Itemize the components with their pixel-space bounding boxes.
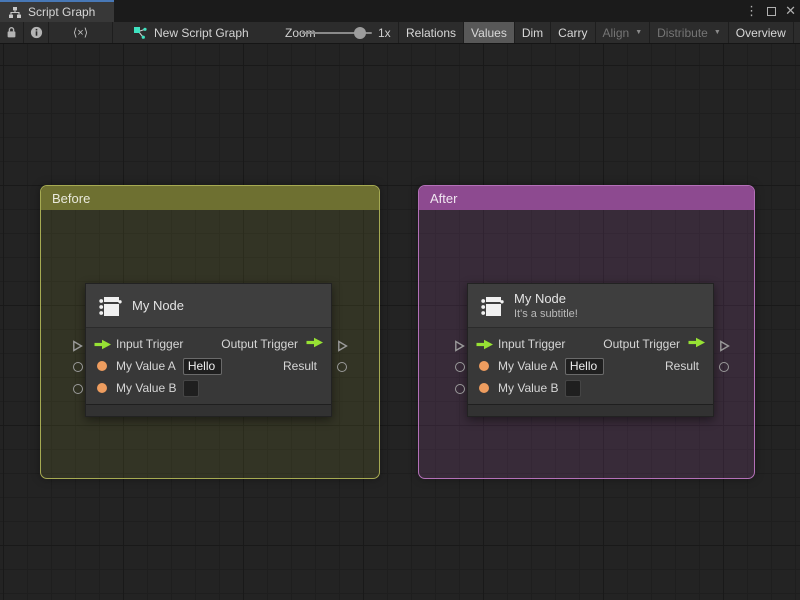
external-result-port[interactable] (719, 362, 729, 372)
node-header[interactable]: My Node (86, 284, 331, 328)
value-b-label: My Value B (116, 381, 177, 395)
input-trigger-port-icon[interactable] (474, 339, 494, 350)
external-value-b-port[interactable] (455, 384, 465, 394)
chevron-down-icon: ▼ (635, 29, 643, 36)
lock-icon (7, 27, 16, 38)
carry-button[interactable]: Carry (550, 22, 594, 43)
external-input-trigger-port[interactable] (454, 339, 465, 357)
graph-canvas[interactable]: Before After My Node Input Trigger Outpu… (0, 44, 800, 600)
chevron-down-icon: ▼ (713, 29, 721, 36)
dim-label: Dim (521, 25, 544, 40)
output-trigger-port-icon[interactable] (687, 337, 706, 351)
tab-script-graph[interactable]: Script Graph (0, 0, 114, 22)
value-a-input[interactable]: Hello (182, 357, 222, 375)
info-button[interactable] (24, 22, 49, 43)
value-b-port-icon[interactable] (474, 383, 494, 393)
output-trigger-label: Output Trigger (221, 337, 298, 351)
node-subtitle: It's a subtitle! (514, 308, 578, 320)
port-row-value-b: My Value B (86, 377, 331, 399)
port-row-value-a: My Value A Hello Result (468, 355, 713, 377)
zoom-value: 1x (378, 25, 391, 40)
value-b-input[interactable] (565, 379, 582, 397)
external-value-a-port[interactable] (73, 362, 83, 372)
graph-tab-icon (9, 6, 21, 18)
external-output-trigger-port[interactable] (337, 339, 348, 357)
group-after-label: After (430, 190, 458, 206)
result-label: Result (664, 359, 699, 373)
group-after-header[interactable]: After (419, 186, 754, 210)
values-button[interactable]: Values (463, 22, 514, 43)
title-bar: Script Graph ⋮ ✕ (0, 0, 800, 22)
graph-toolbar: ⟨×⟩ New Script Graph Zoom 1x Relations V… (0, 22, 800, 44)
overview-button[interactable]: Overview (727, 22, 793, 43)
values-label: Values (471, 25, 507, 40)
node-title: My Node (514, 291, 567, 306)
node-header[interactable]: My Node It's a subtitle! (468, 284, 713, 328)
info-icon (30, 26, 42, 39)
group-before-label: Before (52, 190, 91, 206)
carry-label: Carry (558, 25, 588, 40)
toolbar-toggle-buttons: Relations Values Dim Carry Align ▼ Distr… (398, 22, 800, 43)
input-trigger-label: Input Trigger (498, 337, 566, 351)
new-script-graph-label: New Script Graph (154, 25, 249, 40)
code-icon: ⟨×⟩ (72, 27, 88, 39)
value-a-input[interactable]: Hello (564, 357, 604, 375)
value-b-label: My Value B (498, 381, 559, 395)
node-title: My Node (132, 298, 185, 313)
distribute-label: Distribute (657, 25, 708, 40)
value-a-label: My Value A (498, 359, 558, 373)
tab-label: Script Graph (28, 5, 96, 19)
external-output-trigger-port[interactable] (719, 339, 730, 357)
lock-button[interactable] (0, 22, 24, 43)
align-dropdown[interactable]: Align ▼ (594, 22, 650, 43)
full-screen-button[interactable]: Full Screen (792, 22, 800, 43)
maximize-icon[interactable] (767, 6, 777, 16)
close-icon[interactable]: ✕ (785, 3, 796, 19)
port-row-trigger: Input Trigger Output Trigger (86, 333, 331, 355)
port-row-trigger: Input Trigger Output Trigger (468, 333, 713, 355)
value-b-port-icon[interactable] (92, 383, 112, 393)
port-row-value-b: My Value B (468, 377, 713, 399)
input-trigger-port-icon[interactable] (92, 339, 112, 350)
external-value-a-port[interactable] (455, 362, 465, 372)
external-input-trigger-port[interactable] (72, 339, 83, 357)
distribute-dropdown[interactable]: Distribute ▼ (649, 22, 728, 43)
node-my-node-after[interactable]: My Node It's a subtitle! Input Trigger O… (455, 283, 730, 417)
output-trigger-label: Output Trigger (603, 337, 680, 351)
result-label: Result (282, 359, 317, 373)
value-a-label: My Value A (116, 359, 176, 373)
node-body: Input Trigger Output Trigger My Value A … (86, 328, 331, 399)
edit-code-button[interactable]: ⟨×⟩ (49, 22, 113, 43)
value-a-port-icon[interactable] (474, 361, 494, 371)
window-menu-icon[interactable]: ⋮ (745, 3, 758, 19)
unit-node-icon (99, 296, 122, 316)
group-before-header[interactable]: Before (41, 186, 379, 210)
relations-label: Relations (406, 25, 457, 40)
input-trigger-label: Input Trigger (116, 337, 184, 351)
zoom-slider[interactable] (302, 27, 372, 39)
graph-node-icon (134, 26, 147, 39)
align-label: Align (602, 25, 630, 40)
node-my-node-before[interactable]: My Node Input Trigger Output Trigger My … (73, 283, 348, 417)
node-footer (468, 404, 713, 416)
relations-button[interactable]: Relations (398, 22, 463, 43)
script-graph-window: Script Graph ⋮ ✕ ⟨×⟩ New Script Graph Zo… (0, 0, 800, 600)
unit-node-icon (481, 296, 504, 316)
value-a-port-icon[interactable] (92, 361, 112, 371)
overview-label: Overview (735, 25, 786, 40)
dim-button[interactable]: Dim (513, 22, 550, 43)
port-row-value-a: My Value A Hello Result (86, 355, 331, 377)
external-result-port[interactable] (337, 362, 347, 372)
zoom-slider-handle[interactable] (354, 27, 366, 39)
node-footer (86, 404, 331, 416)
node-body: Input Trigger Output Trigger My Value A … (468, 328, 713, 399)
value-b-input[interactable] (183, 379, 200, 397)
external-value-b-port[interactable] (73, 384, 83, 394)
output-trigger-port-icon[interactable] (305, 337, 324, 351)
new-script-graph-button[interactable]: New Script Graph (113, 22, 249, 43)
